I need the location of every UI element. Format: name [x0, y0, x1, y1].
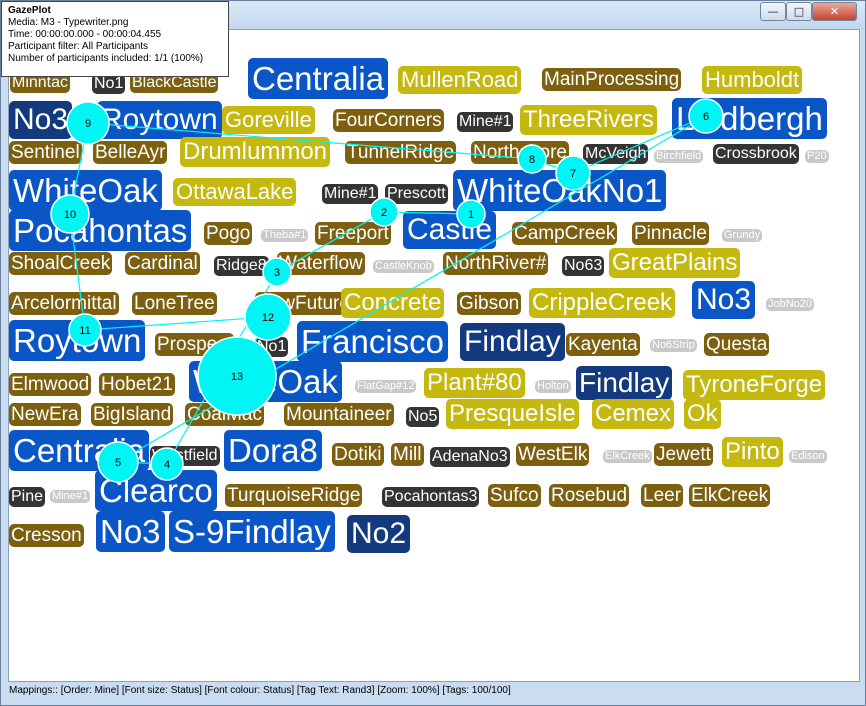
minimize-button[interactable]: — [760, 2, 786, 21]
fixation-label: 4 [164, 459, 170, 471]
saccade-line [117, 115, 707, 463]
fixation-11: 11 [68, 313, 102, 347]
fixation-1: 1 [456, 199, 486, 229]
fixation-4: 4 [150, 447, 184, 481]
fixation-label: 8 [529, 154, 535, 166]
fixation-3: 3 [262, 257, 292, 287]
saccade-line [84, 316, 269, 331]
status-bar: Mappings:: [Order: Mine] [Font size: Sta… [9, 685, 511, 696]
fixation-label: 2 [381, 207, 387, 219]
fixation-12: 12 [244, 293, 292, 341]
fixation-label: 9 [85, 118, 91, 130]
fixation-10: 10 [50, 194, 90, 234]
info-time: Time: 00:00:00.000 - 00:00:04.455 [8, 29, 162, 40]
tag-cloud-canvas: Minntac No1 BlackCastle Centralia MullenRoad… [8, 29, 860, 682]
saccade-line [276, 211, 385, 273]
fixation-label: 10 [64, 209, 76, 221]
gazeplot-window: — □ ✕ Minntac No1 BlackCastle Centralia Mull… [0, 0, 866, 706]
saccade-line [87, 122, 533, 160]
fixation-label: 11 [79, 325, 90, 337]
saccade-line [572, 115, 707, 174]
info-title: GazePlot [8, 5, 51, 16]
fixation-label: 5 [115, 457, 121, 469]
fixation-label: 1 [468, 209, 474, 221]
close-button[interactable]: ✕ [812, 2, 857, 21]
fixation-label: 3 [274, 267, 280, 279]
fixation-label: 7 [570, 168, 576, 180]
info-participants: Number of participants included: 1/1 (10… [8, 53, 204, 64]
maximize-button[interactable]: □ [786, 2, 812, 21]
fixation-9: 9 [66, 101, 110, 145]
gaze-plot-overlay: 12345678910111213 [50, 98, 724, 483]
fixation-label: 12 [262, 312, 274, 324]
fixation-6: 6 [688, 98, 724, 134]
fixation-8: 8 [517, 144, 547, 174]
info-panel: GazePlot Media: M3 - Typewriter.png Time… [1, 1, 229, 77]
info-media: Media: M3 - Typewriter.png [8, 17, 129, 28]
info-filter: Participant filter: All Participants [8, 41, 149, 52]
fixation-label: 6 [703, 111, 709, 123]
fixation-13: 13 [197, 336, 277, 416]
fixation-label: 13 [231, 371, 243, 383]
fixation-5: 5 [97, 441, 139, 483]
fixation-2: 2 [369, 197, 399, 227]
fixation-7: 7 [555, 155, 591, 191]
